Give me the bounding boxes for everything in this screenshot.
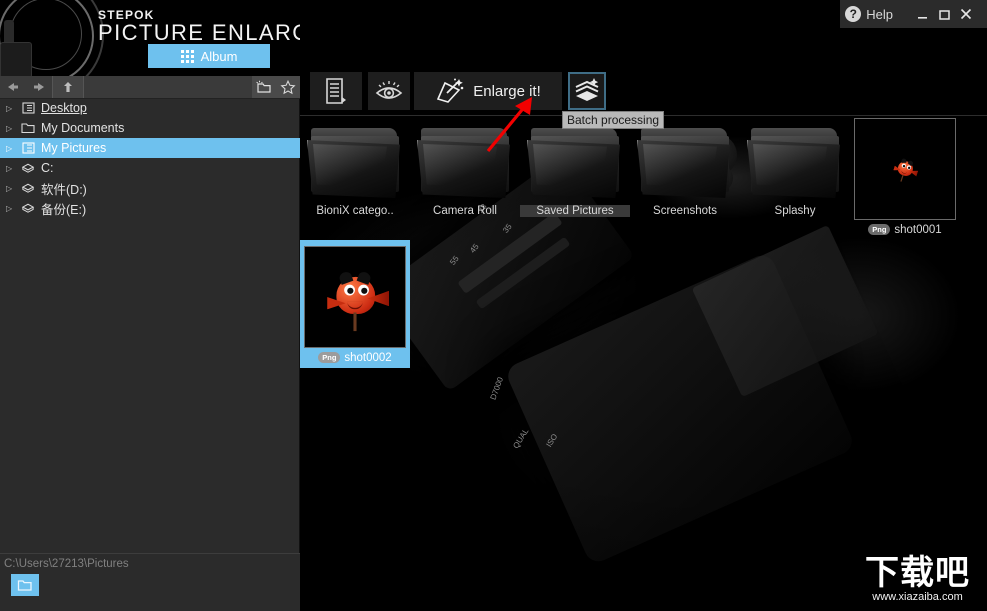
open-folder-icon	[17, 579, 32, 591]
grid-icon	[180, 49, 194, 63]
watermark-url: www.xiazaiba.com	[872, 590, 963, 603]
tile-bionix[interactable]: BioniX catego..	[300, 126, 410, 217]
up-button[interactable]	[52, 76, 84, 98]
tile-shot0001[interactable]: Png shot0001	[850, 118, 960, 236]
png-badge: Png	[868, 224, 891, 236]
tile-splashy[interactable]: Splashy	[740, 126, 850, 217]
tree-label: C:	[41, 161, 54, 175]
folder-tree: ▷ Desktop ▷ My Documents ▷ My Pictures ▷…	[0, 98, 300, 218]
watermark-text: 下载吧	[865, 552, 970, 593]
tile-label: Camera Roll	[433, 205, 497, 217]
tile-filename: shot0002	[344, 352, 392, 364]
expand-triangle-icon[interactable]: ▷	[6, 204, 15, 213]
folder-icon	[415, 126, 515, 201]
current-path: C:\Users\27213\Pictures	[4, 558, 129, 570]
tile-filename: shot0001	[894, 224, 942, 236]
tooltip-text: Batch processing	[567, 113, 660, 127]
tree-item-my-pictures[interactable]: ▷ My Pictures	[0, 138, 300, 158]
tile-screenshots[interactable]: Screenshots	[630, 126, 740, 217]
new-folder-button[interactable]	[252, 76, 276, 98]
minimize-button[interactable]	[911, 8, 933, 21]
forward-button[interactable]	[26, 76, 52, 98]
maximize-button[interactable]	[933, 8, 955, 21]
favorite-button[interactable]	[276, 76, 300, 98]
folder-icon	[525, 126, 625, 201]
open-folder-button[interactable]	[11, 574, 39, 596]
drive-icon	[21, 182, 35, 195]
tree-label: Desktop	[41, 101, 87, 115]
sidebar-nav-bar	[0, 76, 300, 99]
tile-label: Splashy	[774, 205, 816, 217]
pictures-icon	[21, 142, 35, 155]
png-badge: Png	[318, 352, 341, 364]
image-thumbnail	[304, 246, 406, 348]
expand-triangle-icon[interactable]: ▷	[6, 144, 15, 153]
window-controls: ? Help	[840, 0, 987, 28]
magic-wand-icon	[437, 78, 464, 103]
expand-triangle-icon[interactable]: ▷	[6, 184, 15, 193]
image-thumbnail	[854, 118, 956, 220]
tile-shot0002[interactable]: Png shot0002	[300, 240, 410, 368]
desktop-icon	[21, 102, 35, 115]
layers-star-icon	[575, 78, 599, 101]
folder-icon	[305, 126, 405, 201]
tree-item-c-drive[interactable]: ▷ C:	[0, 158, 300, 178]
tooltip-batch-processing: Batch processing	[562, 111, 665, 129]
batch-button[interactable]	[568, 72, 606, 110]
tile-label: Png shot0002	[300, 352, 410, 364]
enlarge-button[interactable]: Enlarge it!	[414, 72, 562, 110]
back-button[interactable]	[0, 76, 26, 98]
status-bar: C:\Users\27213\Pictures	[0, 553, 300, 611]
tree-label: 备份(E:)	[41, 202, 87, 217]
preview-button[interactable]	[368, 72, 410, 110]
enlarge-label: Enlarge it!	[473, 82, 541, 100]
logo-camera-flash	[4, 20, 14, 42]
help-button[interactable]: ? Help	[845, 6, 893, 22]
folder-images-icon	[635, 126, 735, 201]
tile-label: Saved Pictures	[520, 205, 630, 217]
drive-icon	[21, 202, 35, 215]
expand-triangle-icon[interactable]: ▷	[6, 124, 15, 133]
tree-item-d-drive[interactable]: ▷ 软件(D:)	[0, 178, 300, 198]
tree-item-e-drive[interactable]: ▷ 备份(E:)	[0, 198, 300, 218]
tree-label: My Documents	[41, 121, 125, 135]
tree-item-my-documents[interactable]: ▷ My Documents	[0, 118, 300, 138]
brand-large: PICTURE ENLARGER	[98, 20, 300, 45]
sidebar: ▷ Desktop ▷ My Documents ▷ My Pictures ▷…	[0, 76, 300, 611]
application-window: ? Help STEPOK PICTURE ENLARGER Album	[0, 0, 987, 611]
folder-icon	[745, 126, 845, 201]
fish-image	[324, 269, 390, 332]
tile-label: Screenshots	[653, 205, 717, 217]
drive-icon	[21, 162, 35, 175]
tree-label: My Pictures	[41, 141, 107, 155]
tile-label: BioniX catego..	[316, 205, 394, 217]
album-label: Album	[200, 48, 238, 64]
document-button[interactable]	[310, 72, 362, 110]
help-icon: ?	[845, 6, 862, 22]
tile-label: Png shot0001	[850, 224, 960, 236]
tile-camera-roll[interactable]: Camera Roll	[410, 126, 520, 217]
tile-saved-pictures[interactable]: Saved Pictures	[520, 126, 630, 217]
album-button[interactable]: Album	[148, 44, 270, 68]
logo-camera-body	[0, 42, 32, 76]
folder-icon	[21, 122, 35, 135]
tree-label: 软件(D:)	[41, 182, 87, 197]
tree-item-desktop[interactable]: ▷ Desktop	[0, 98, 300, 118]
help-label: Help	[866, 6, 893, 22]
expand-triangle-icon[interactable]: ▷	[6, 164, 15, 173]
watermark: 下载吧 www.xiazaiba.com	[854, 553, 981, 605]
content-area: OFF ON MODE LV 28 35 45 55 QUAL ISO D700…	[300, 116, 987, 611]
eye-icon	[375, 81, 403, 99]
close-button[interactable]	[955, 7, 977, 21]
fish-image	[890, 155, 920, 183]
expand-triangle-icon[interactable]: ▷	[6, 104, 15, 113]
document-icon	[326, 78, 346, 104]
main-toolbar: Enlarge it! Abc	[300, 68, 987, 178]
